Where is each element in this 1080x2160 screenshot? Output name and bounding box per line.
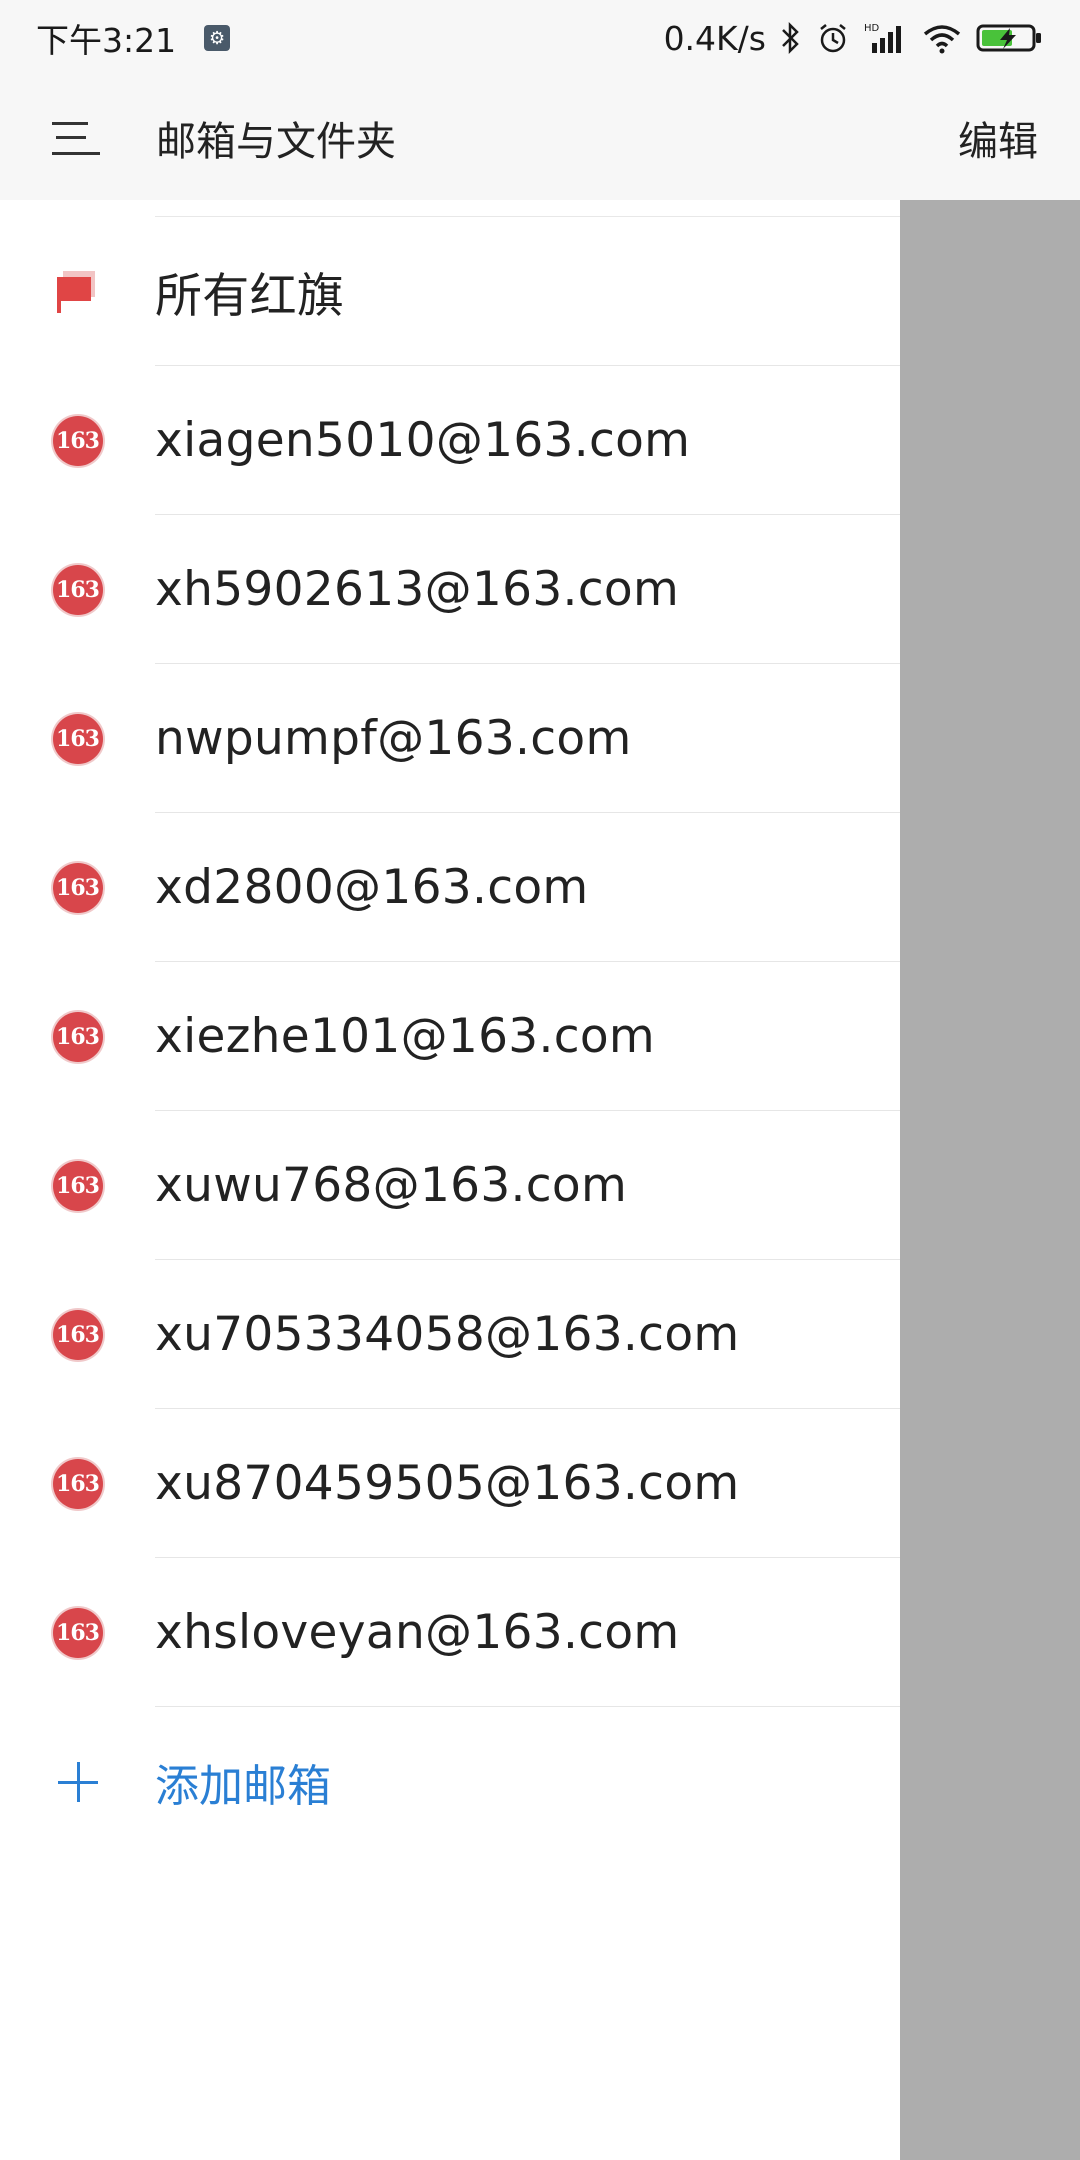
account-email: xh5902613@163.com: [155, 562, 680, 617]
app-header: 邮箱与文件夹 编辑: [0, 76, 1080, 200]
svg-text:HD: HD: [864, 23, 880, 34]
mail-163-icon: 163: [0, 1558, 155, 1707]
mail-163-icon: 163: [0, 1260, 155, 1409]
mail-163-badge: 163: [52, 1011, 103, 1062]
mail-163-badge: 163: [52, 862, 103, 913]
status-right: 0.4K/s HD: [664, 19, 1044, 58]
status-left: 下午3:21 ⚙: [36, 14, 231, 62]
red-flag-icon: [0, 217, 155, 366]
account-item[interactable]: 163 xuwu768@163.com: [0, 1111, 900, 1260]
settings-notification-icon: ⚙: [204, 25, 231, 51]
mail-163-badge: 163: [52, 713, 103, 764]
mail-163-icon: 163: [0, 515, 155, 664]
network-speed: 0.4K/s: [663, 18, 766, 58]
wifi-icon: [922, 22, 962, 54]
menu-icon[interactable]: [0, 76, 156, 200]
account-item[interactable]: 163 xh5902613@163.com: [0, 515, 900, 664]
account-item[interactable]: 163 xhsloveyan@163.com: [0, 1558, 900, 1707]
mail-163-icon: 163: [0, 366, 155, 515]
mailbox-list: 所有红旗 163 xiagen5010@163.com 163 xh590261…: [0, 200, 900, 2160]
account-email: xiagen5010@163.com: [155, 413, 691, 468]
mail-163-icon: 163: [0, 813, 155, 962]
account-email: xd2800@163.com: [155, 860, 589, 915]
account-item[interactable]: 163 xiagen5010@163.com: [0, 366, 900, 515]
mail-163-badge: 163: [52, 564, 103, 615]
hd-signal-icon: HD: [864, 21, 908, 55]
page-title: 邮箱与文件夹: [156, 119, 396, 165]
account-email: xhsloveyan@163.com: [155, 1605, 680, 1660]
list-item-all-flags[interactable]: 所有红旗: [0, 217, 900, 366]
account-item[interactable]: 163 nwpumpf@163.com: [0, 664, 900, 813]
account-email: xiezhe101@163.com: [155, 1009, 655, 1064]
battery-charging-icon: [976, 22, 1044, 54]
mail-163-badge: 163: [52, 1160, 103, 1211]
status-time: 下午3:21: [36, 21, 177, 60]
screen: 下午3:21 ⚙ 0.4K/s HD 邮箱与文件夹 编辑 所有红旗 163 xi…: [0, 0, 1080, 2160]
mail-163-badge: 163: [52, 1458, 103, 1509]
account-item[interactable]: 163 xiezhe101@163.com: [0, 962, 900, 1111]
mail-163-badge: 163: [52, 415, 103, 466]
mail-163-icon: 163: [0, 962, 155, 1111]
account-email: xu705334058@163.com: [155, 1307, 740, 1362]
status-bar: 下午3:21 ⚙ 0.4K/s HD: [0, 0, 1080, 76]
mail-163-badge: 163: [52, 1607, 103, 1658]
mail-163-icon: 163: [0, 1409, 155, 1558]
mail-163-badge: 163: [52, 1309, 103, 1360]
all-flags-label: 所有红旗: [155, 269, 345, 324]
mail-163-icon: 163: [0, 1111, 155, 1260]
account-email: xuwu768@163.com: [155, 1158, 628, 1213]
account-item[interactable]: 163 xu705334058@163.com: [0, 1260, 900, 1409]
alarm-icon: [816, 21, 850, 55]
add-mailbox-label: 添加邮箱: [155, 1760, 331, 1812]
add-mailbox-button[interactable]: 添加邮箱: [0, 1707, 900, 1856]
bluetooth-icon: [780, 21, 802, 55]
account-email: xu870459505@163.com: [155, 1456, 740, 1511]
mail-163-icon: 163: [0, 664, 155, 813]
account-item[interactable]: 163 xd2800@163.com: [0, 813, 900, 962]
plus-icon: [0, 1707, 155, 1856]
edit-button[interactable]: 编辑: [958, 109, 1080, 167]
account-email: nwpumpf@163.com: [155, 711, 632, 766]
account-item[interactable]: 163 xu870459505@163.com: [0, 1409, 900, 1558]
drawer-scrim[interactable]: [900, 200, 1080, 2160]
